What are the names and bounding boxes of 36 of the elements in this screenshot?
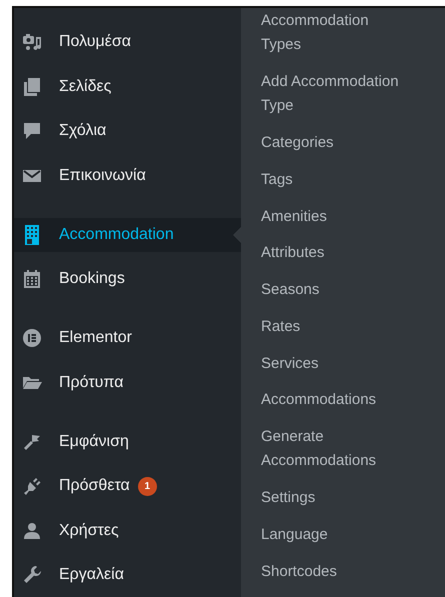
plug-icon	[22, 476, 42, 496]
speech-bubble-icon	[22, 121, 42, 141]
menu-item[interactable]: Πρόσθετα 1	[14, 469, 241, 503]
count-badge: 1	[138, 476, 157, 496]
menu-item[interactable]: Εργαλεία	[14, 558, 241, 592]
submenu-link[interactable]: Accommodation Types	[261, 9, 406, 58]
menu-item[interactable]: Bookings	[14, 262, 241, 296]
menu-item[interactable]: Εμφάνιση	[14, 424, 241, 458]
menu-item[interactable]: Σχόλια	[14, 114, 241, 148]
menu-item[interactable]: Πολυμέσα	[14, 25, 241, 59]
submenu-link[interactable]: Tags	[261, 168, 406, 192]
camera-music-icon	[22, 32, 42, 52]
user-icon	[22, 520, 42, 540]
menu-item[interactable]: Επικοινωνία	[14, 158, 241, 192]
menu-item[interactable]: Elementor	[14, 321, 241, 355]
building-icon	[22, 224, 42, 246]
submenu-link[interactable]: Add Accommodation Type	[261, 70, 406, 118]
menu-item[interactable]: Accommodation	[14, 218, 241, 252]
submenu-link[interactable]: Services	[261, 352, 406, 376]
submenu-link[interactable]: Amenities	[261, 204, 406, 229]
submenu-link[interactable]: Shortcodes	[261, 560, 406, 584]
submenu-link[interactable]: Accommodations	[261, 388, 406, 412]
wrench-icon	[22, 565, 42, 585]
elementor-icon	[22, 328, 42, 348]
submenu-link[interactable]: Generate Accommodations	[261, 425, 406, 474]
submenu-link[interactable]: Seasons	[261, 278, 406, 302]
menu-item[interactable]: Χρήστες	[14, 514, 241, 548]
calendar-icon	[22, 269, 42, 289]
submenu-link[interactable]: Rates	[261, 314, 406, 339]
pages-icon	[22, 76, 42, 96]
submenu-link[interactable]: Settings	[261, 486, 406, 510]
menu-item[interactable]: Σελίδες	[14, 70, 241, 104]
submenu-link[interactable]: Attributes	[261, 241, 406, 266]
submenu-link[interactable]: Categories	[261, 130, 406, 155]
submenu-link[interactable]: Language	[261, 522, 406, 547]
menu-item[interactable]: Πρότυπα	[14, 366, 241, 400]
